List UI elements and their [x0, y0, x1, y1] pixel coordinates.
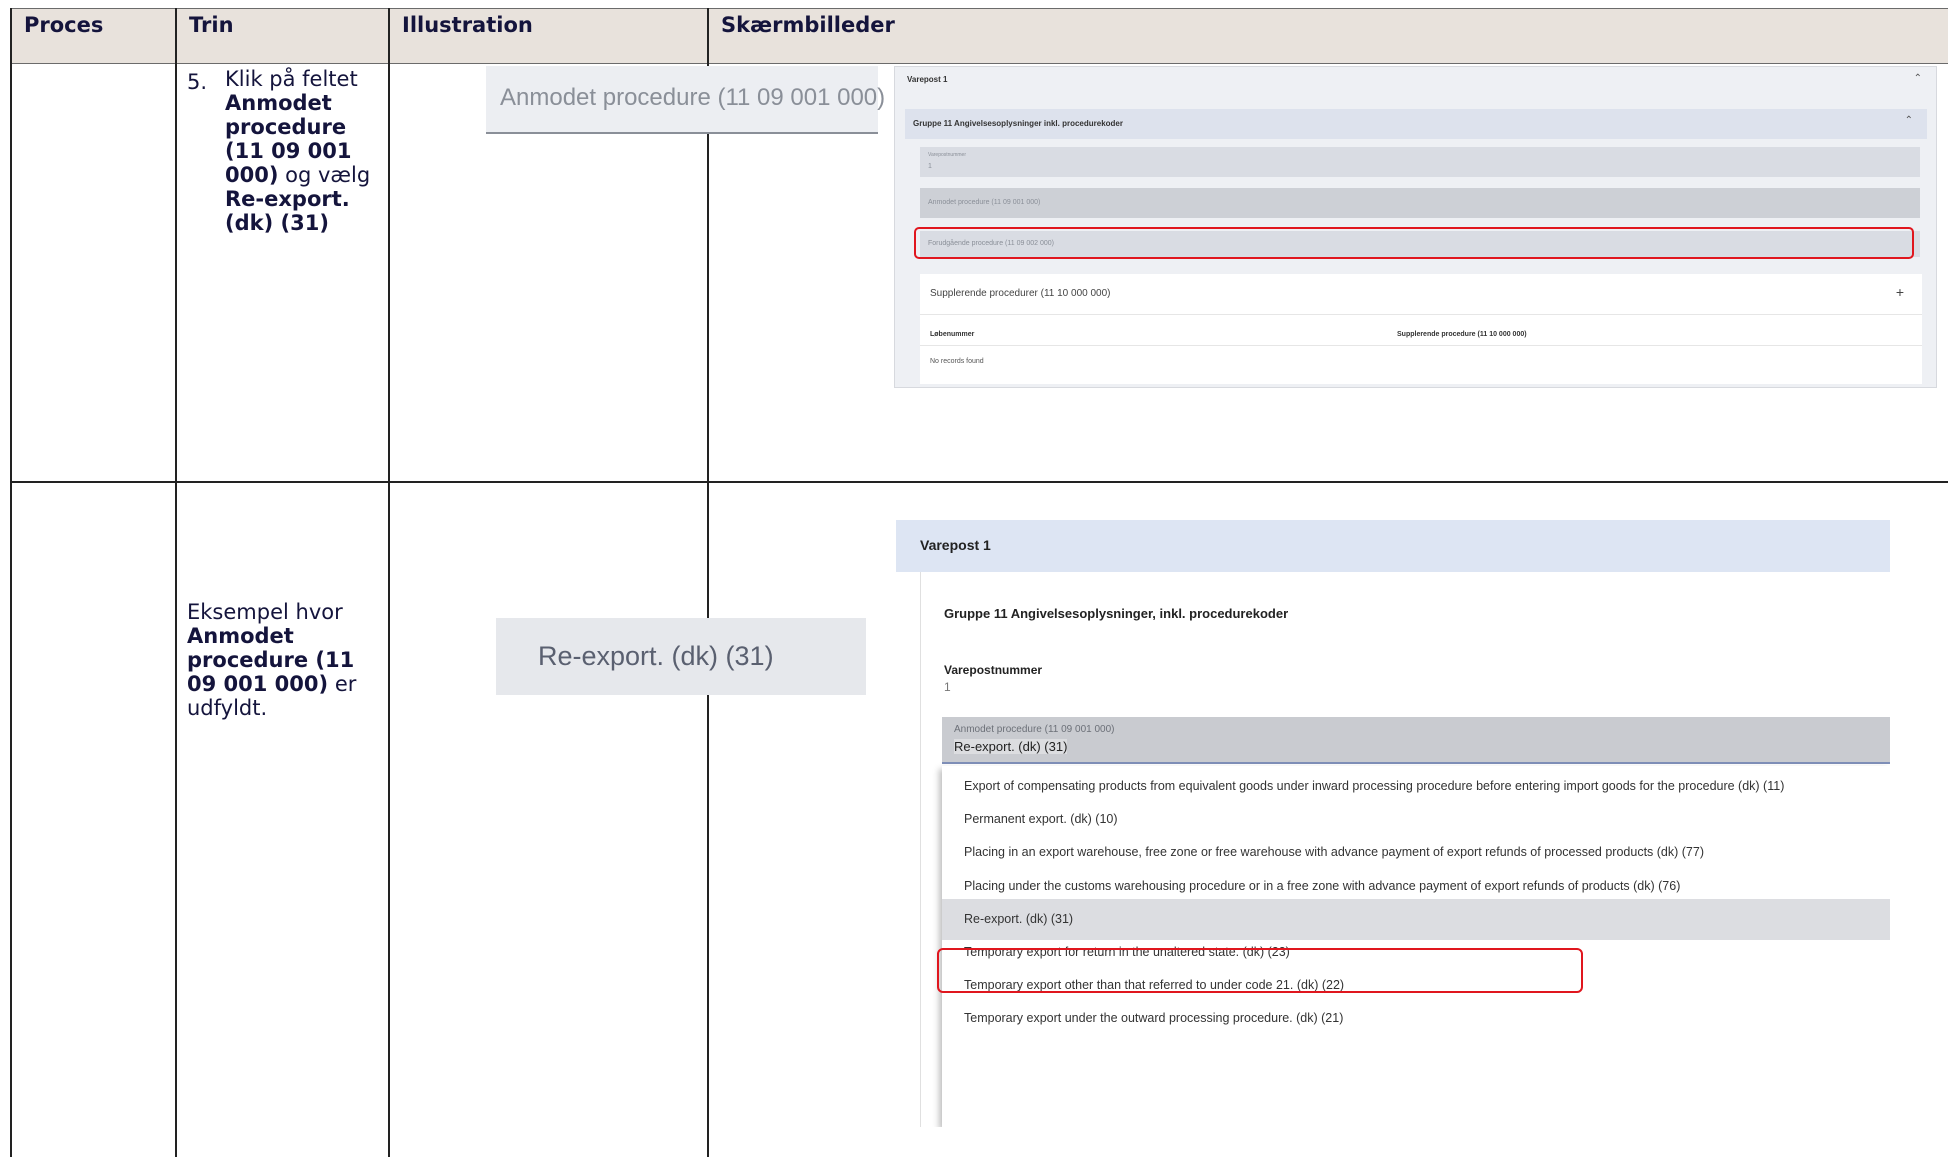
- anmodet-procedure-select[interactable]: Anmodet procedure (11 09 001 000) Re-exp…: [942, 717, 1890, 764]
- highlight-box: [937, 948, 1583, 993]
- plus-icon[interactable]: +: [1896, 284, 1904, 300]
- divider: [920, 314, 1922, 315]
- anmodet-procedure-label: Anmodet procedure (11 09 001 000): [928, 199, 1041, 206]
- col-loebenummer: Løbenummer: [930, 331, 975, 338]
- option-label: Placing in an export warehouse, free zon…: [964, 845, 1704, 859]
- option-label: Temporary export under the outward proce…: [964, 1011, 1344, 1025]
- procedure-dropdown-list: Export of compensating products from equ…: [942, 766, 1890, 1127]
- screenshot-varepost-form: Varepost 1 ⌃ Gruppe 11 Angivelsesoplysni…: [894, 66, 1937, 388]
- varepostnummer-label: Varepostnummer: [944, 663, 1043, 677]
- step-value-name: Re-export. (dk) (31): [225, 187, 350, 235]
- supplerende-procedurer-panel: Supplerende procedurer (11 10 000 000) +…: [920, 274, 1922, 384]
- header-trin: Trin: [189, 13, 234, 37]
- screenshot-dropdown-open: Varepost 1 Gruppe 11 Angivelsesoplysning…: [896, 520, 1890, 1127]
- varepostnummer-label: Varepostnummer: [928, 152, 966, 158]
- varepostnummer-field[interactable]: Varepostnummer 1: [920, 147, 1920, 177]
- header-illustration: Illustration: [402, 13, 533, 37]
- step-instruction: Klik på feltet Anmodet procedure (11 09 …: [225, 67, 385, 235]
- supplerende-title: Supplerende procedurer (11 10 000 000): [930, 288, 1111, 299]
- illustration-reexport-value: Re-export. (dk) (31): [496, 618, 866, 695]
- select-value: Re-export. (dk) (31): [954, 739, 1068, 754]
- varepost-title: Varepost 1: [920, 537, 991, 553]
- group-11-header[interactable]: Gruppe 11 Angivelsesoplysninger inkl. pr…: [905, 109, 1927, 139]
- anmodet-procedure-field[interactable]: Anmodet procedure (11 09 001 000): [920, 188, 1920, 218]
- header-skaermbilleder: Skærmbilleder: [721, 13, 895, 37]
- header-proces: Proces: [24, 13, 104, 37]
- dropdown-option[interactable]: Temporary export under the outward proce…: [942, 998, 1890, 1039]
- illustration-anmodet-text: Anmodet procedure (11 09 001 000): [500, 84, 886, 111]
- step-text-1: Klik på feltet: [225, 67, 358, 91]
- row-divider: [10, 481, 1948, 483]
- step-number: 5.: [187, 70, 208, 94]
- border-col2: [388, 8, 390, 1157]
- group-11-title: Gruppe 11 Angivelsesoplysninger, inkl. p…: [944, 606, 1289, 621]
- option-label: Placing under the customs warehousing pr…: [964, 879, 1681, 893]
- chevron-up-icon[interactable]: ⌃: [1914, 73, 1922, 84]
- example-instruction: Eksempel hvor Anmodet procedure (11 09 0…: [187, 600, 377, 720]
- option-label: Export of compensating products from equ…: [964, 779, 1785, 793]
- example-field-name: Anmodet procedure (11 09 001 000): [187, 624, 355, 696]
- example-text-1: Eksempel hvor: [187, 600, 343, 624]
- border-col1: [175, 8, 177, 1157]
- border-left: [10, 8, 12, 1157]
- chevron-up-icon[interactable]: ⌃: [1905, 115, 1913, 126]
- illustration-reexport-text: Re-export. (dk) (31): [538, 641, 774, 671]
- border-col3: [707, 8, 709, 1157]
- varepost-header[interactable]: Varepost 1: [896, 520, 1890, 572]
- varepostnummer-value: 1: [944, 680, 951, 694]
- illustration-anmodet-field: Anmodet procedure (11 09 001 000): [486, 66, 885, 134]
- step-text-2: og vælg: [285, 163, 371, 187]
- col-supplerende: Supplerende procedure (11 10 000 000): [1397, 331, 1527, 338]
- select-label: Anmodet procedure (11 09 001 000): [954, 724, 1115, 735]
- no-records-text: No records found: [930, 358, 984, 365]
- group-11-title: Gruppe 11 Angivelsesoplysninger inkl. pr…: [913, 119, 1123, 128]
- option-label: Re-export. (dk) (31): [964, 912, 1074, 926]
- table-header: Proces Trin Illustration Skærmbilleder: [10, 8, 1948, 64]
- highlight-box: [914, 227, 1914, 259]
- varepost-title: Varepost 1: [907, 75, 948, 84]
- varepostnummer-value: 1: [928, 163, 932, 170]
- divider: [920, 345, 1922, 346]
- option-label: Permanent export. (dk) (10): [964, 812, 1118, 826]
